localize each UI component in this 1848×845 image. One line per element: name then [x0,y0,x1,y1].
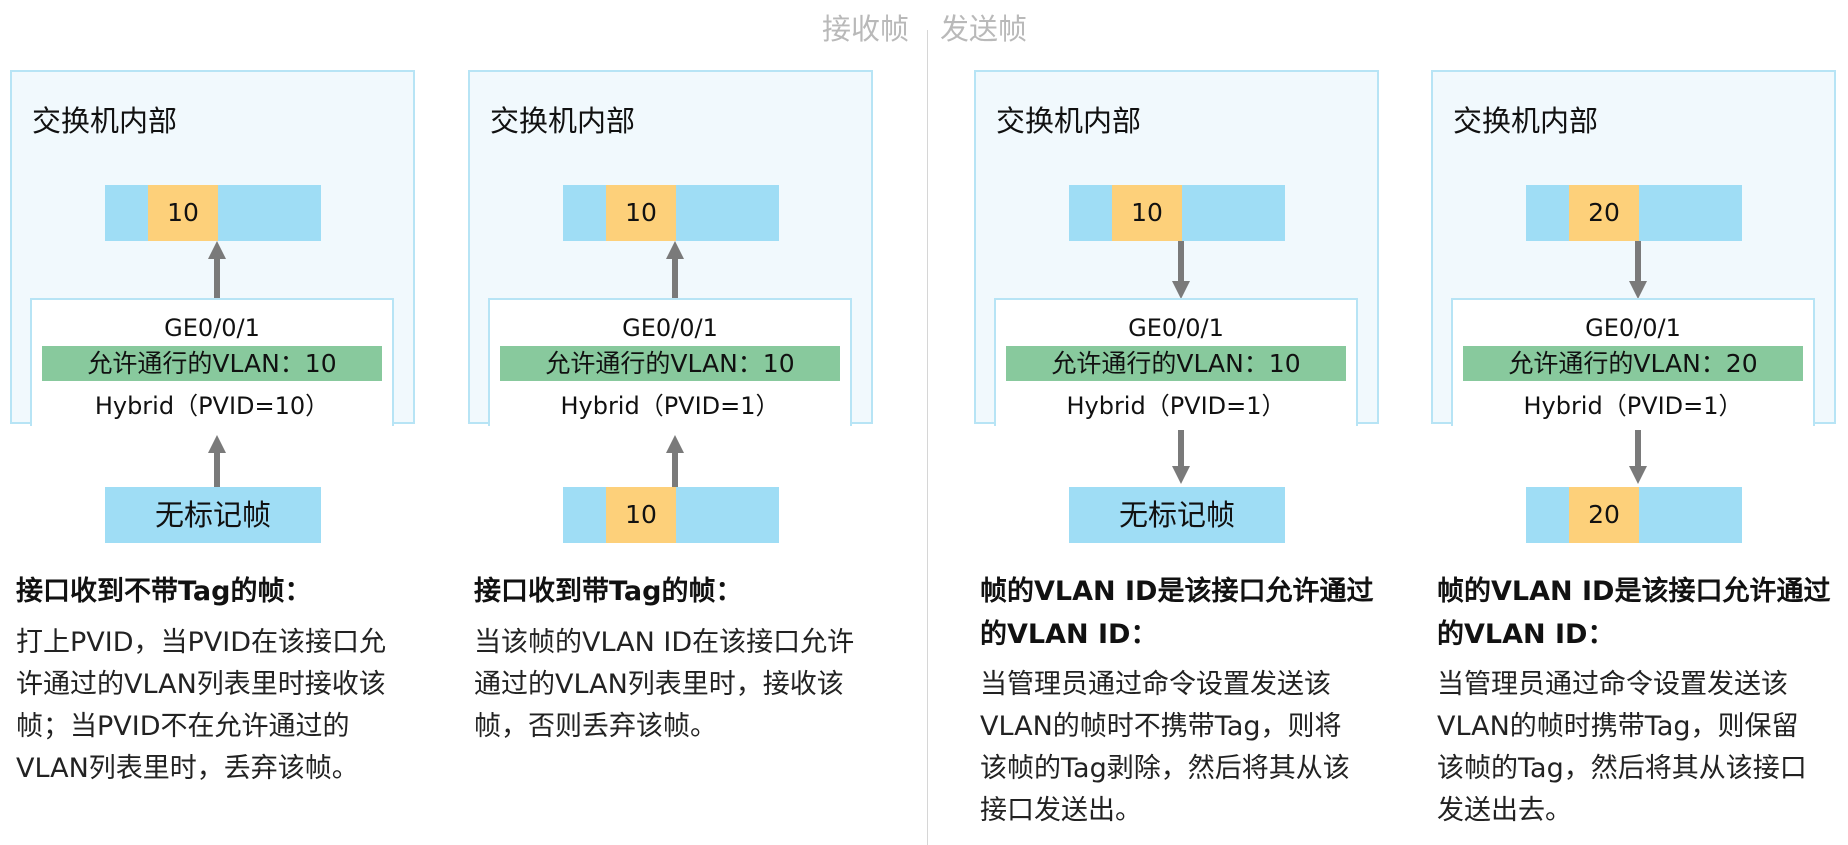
arrow-up-icon [666,241,684,299]
untagged-frame-label: 无标记帧 [154,498,271,532]
panel-receive-untagged: 交换机内部 10 GE0/0/1 允许通行的VLAN：10 Hybrid（PVI… [10,0,460,845]
arrow-down-icon [1172,430,1190,484]
port-mode: Hybrid（PVID=1） [1066,392,1286,420]
allowed-vlan-bar: 允许通行的VLAN：10 [42,346,382,381]
description-line: 发送出去。 [1437,795,1572,826]
vlan-tag: 10 [606,185,676,241]
port-box: GE0/0/1 允许通行的VLAN：10 Hybrid（PVID=1） [488,298,852,426]
allowed-vlan-bar: 允许通行的VLAN：10 [500,346,840,381]
panel-receive-tagged: 交换机内部 10 GE0/0/1 允许通行的VLAN：10 Hybrid（PVI… [468,0,918,845]
section-divider [927,30,928,845]
switch-internal-label: 交换机内部 [1453,104,1599,138]
description-body: 当该帧的VLAN ID在该接口允许 通过的VLAN列表里时，接收该 帧，否则丢弃… [474,622,879,748]
panel-send-tagged: 交换机内部 20 GE0/0/1 允许通行的VLAN：20 Hybrid（PVI… [1431,0,1848,845]
vlan-tag: 20 [1569,185,1639,241]
port-box: GE0/0/1 允许通行的VLAN：10 Hybrid（PVID=10） [30,298,394,426]
description-title: 接口收到带Tag的帧： [474,576,743,607]
arrow-up-icon [208,435,226,487]
panel-send-untag: 交换机内部 10 GE0/0/1 允许通行的VLAN：10 Hybrid（PVI… [974,0,1424,845]
description-line: 当该帧的VLAN ID在该接口允许 [474,627,855,658]
switch-internal-label: 交换机内部 [490,104,636,138]
arrow-up-icon [208,241,226,299]
port-name: GE0/0/1 [622,314,718,342]
description-line: 许通过的VLAN列表里时接收该 [16,669,386,700]
incoming-untagged-frame: 无标记帧 [105,487,321,543]
description-body: 打上PVID，当PVID在该接口允 许通过的VLAN列表里时接收该 帧；当PVI… [16,622,421,790]
allowed-vlan-bar: 允许通行的VLAN：20 [1463,346,1803,381]
description-title: 接口收到不带Tag的帧： [16,576,312,607]
description-line: 打上PVID，当PVID在该接口允 [16,627,387,658]
internal-frame: 10 [1069,185,1285,241]
port-mode: Hybrid（PVID=1） [1523,392,1743,420]
arrow-down-icon [1629,241,1647,299]
outgoing-tagged-frame: 20 [1526,487,1742,543]
description-line: 当管理员通过命令设置发送该 [980,669,1331,700]
vlan-tag: 10 [148,185,218,241]
arrow-down-icon [1629,430,1647,484]
incoming-tagged-frame: 10 [563,487,779,543]
description-title: 帧的VLAN ID是该接口允许通过 的VLAN ID： [980,570,1390,656]
internal-frame: 10 [105,185,321,241]
description-line: VLAN列表里时，丢弃该帧。 [16,753,359,784]
description-line: 当管理员通过命令设置发送该 [1437,669,1788,700]
untagged-frame-label: 无标记帧 [1118,498,1235,532]
description-line: VLAN的帧时不携带Tag，则将 [980,711,1342,742]
description-line: 帧；当PVID不在允许通过的 [16,711,350,742]
port-box: GE0/0/1 允许通行的VLAN：10 Hybrid（PVID=1） [994,298,1358,426]
internal-frame: 10 [563,185,779,241]
arrow-up-icon [666,435,684,487]
port-mode: Hybrid（PVID=1） [560,392,780,420]
description-line: 该帧的Tag，然后将其从该接口 [1437,753,1807,784]
port-name: GE0/0/1 [1585,314,1681,342]
description-line: 该帧的Tag剥除，然后将其从该 [980,753,1350,784]
port-mode: Hybrid（PVID=10） [94,392,330,420]
description-body: 当管理员通过命令设置发送该 VLAN的帧时不携带Tag，则将 该帧的Tag剥除，… [980,664,1385,832]
vlan-tag: 20 [1569,487,1639,543]
switch-internal-label: 交换机内部 [996,104,1142,138]
arrow-down-icon [1172,241,1190,299]
description-title-line: 帧的VLAN ID是该接口允许通过 [980,576,1374,607]
description-line: 通过的VLAN列表里时，接收该 [474,669,844,700]
port-box: GE0/0/1 允许通行的VLAN：20 Hybrid（PVID=1） [1451,298,1815,426]
switch-internal-label: 交换机内部 [32,104,178,138]
description-title: 帧的VLAN ID是该接口允许通过 的VLAN ID： [1437,570,1847,656]
description-line: 帧，否则丢弃该帧。 [474,711,717,742]
port-name: GE0/0/1 [164,314,260,342]
description-line: VLAN的帧时携带Tag，则保留 [1437,711,1799,742]
allowed-vlan-bar: 允许通行的VLAN：10 [1006,346,1346,381]
description-body: 当管理员通过命令设置发送该 VLAN的帧时携带Tag，则保留 该帧的Tag，然后… [1437,664,1842,832]
port-name: GE0/0/1 [1128,314,1224,342]
vlan-tag: 10 [1112,185,1182,241]
outgoing-untagged-frame: 无标记帧 [1069,487,1285,543]
internal-frame: 20 [1526,185,1742,241]
vlan-tag: 10 [606,487,676,543]
description-title-line: 的VLAN ID： [1437,619,1615,650]
description-title-line: 帧的VLAN ID是该接口允许通过 [1437,576,1831,607]
description-title-line: 的VLAN ID： [980,619,1158,650]
description-line: 接口发送出。 [980,795,1142,826]
